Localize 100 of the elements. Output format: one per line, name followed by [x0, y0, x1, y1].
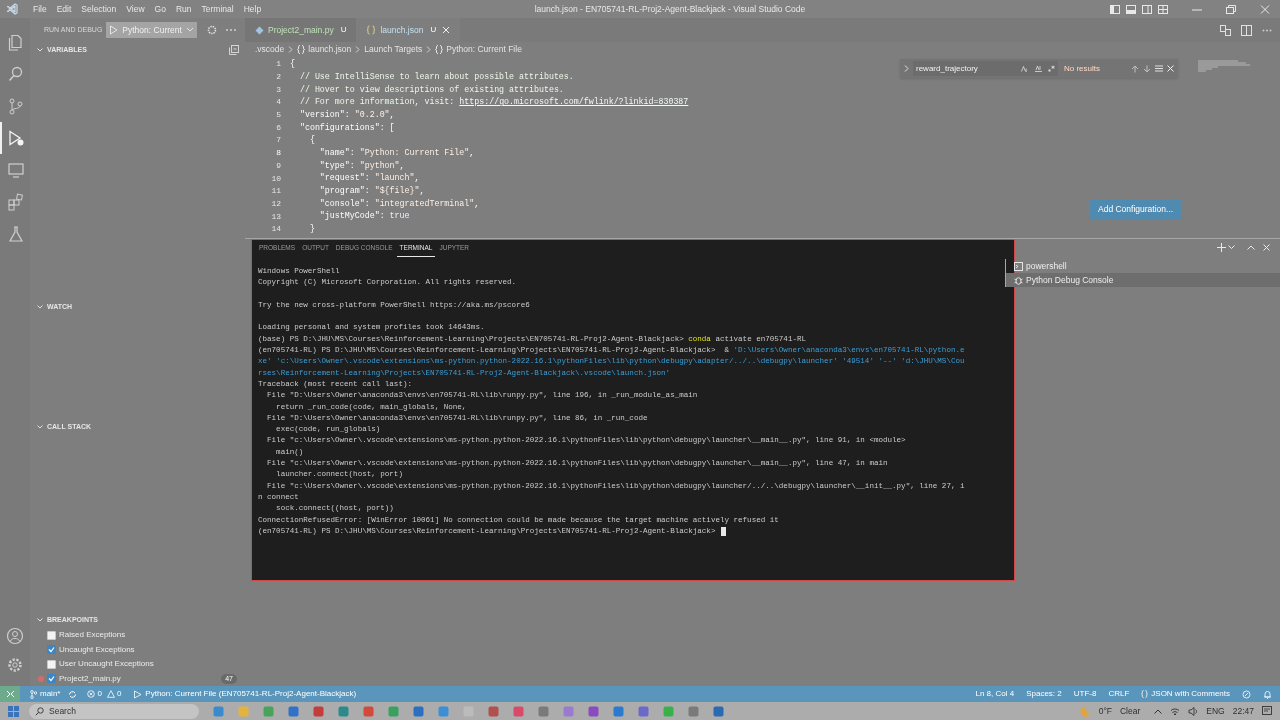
menu-item[interactable]: File: [28, 2, 52, 16]
feedback-icon[interactable]: [1242, 689, 1251, 699]
debug-target[interactable]: Python: Current File (EN705741-RL-Proj2-Agent-Blackjack): [145, 688, 357, 700]
app-icon[interactable]: [588, 705, 599, 717]
speaker-icon[interactable]: [1188, 706, 1199, 716]
app-icon[interactable]: [388, 705, 399, 717]
close-icon[interactable]: [1263, 244, 1270, 251]
breadcrumb-item[interactable]: Python: Current File: [446, 43, 522, 56]
status-item[interactable]: UTF-8: [1073, 688, 1097, 700]
app-icon[interactable]: [413, 705, 424, 717]
app-icon[interactable]: [288, 705, 299, 717]
chevron-icon[interactable]: [36, 303, 44, 311]
code-line: "configurations": [: [298, 121, 395, 134]
chevron-icon[interactable]: [36, 616, 44, 624]
chevron-right-icon[interactable]: [904, 65, 909, 72]
app-icon[interactable]: [613, 705, 624, 717]
app-icon[interactable]: [638, 705, 649, 717]
editor-tab[interactable]: Project2_main.py U: [245, 18, 357, 42]
terminal-list-item[interactable]: Python Debug Console: [1006, 273, 1280, 287]
arrow-up-icon[interactable]: [1131, 64, 1139, 73]
close-icon[interactable]: [1260, 4, 1270, 14]
app-icon[interactable]: [488, 705, 499, 717]
menu-icon[interactable]: [1155, 65, 1163, 72]
terminal-cursor: [720, 526, 726, 536]
app-icon[interactable]: [438, 705, 449, 717]
flask-icon[interactable]: [7, 225, 25, 243]
more-icon[interactable]: [224, 28, 237, 32]
chevron-down-icon[interactable]: [1228, 245, 1235, 250]
person-icon[interactable]: [6, 627, 24, 645]
blocks-icon[interactable]: [7, 193, 25, 211]
breadcrumb-item[interactable]: launch.json: [308, 43, 352, 56]
taskbar-search[interactable]: Search: [29, 703, 199, 719]
branch-name[interactable]: main*: [40, 688, 61, 700]
chevron-icon[interactable]: [36, 46, 44, 54]
app-icon[interactable]: [213, 705, 224, 717]
language-mode[interactable]: JSON with Comments: [1151, 688, 1230, 700]
checkbox[interactable]: [47, 659, 56, 669]
app-icon[interactable]: [338, 705, 349, 717]
split-editor-icon[interactable]: [1241, 24, 1252, 36]
restore-icon[interactable]: [1226, 4, 1236, 14]
app-icon[interactable]: [713, 705, 724, 717]
files-icon[interactable]: [7, 33, 25, 51]
breadcrumb-item[interactable]: .vscode: [255, 43, 285, 56]
app-icon[interactable]: [538, 705, 549, 717]
settings-icon[interactable]: [6, 656, 24, 674]
app-icon[interactable]: [563, 705, 574, 717]
chevron-up-icon[interactable]: [1154, 708, 1163, 714]
sync-icon[interactable]: [68, 689, 78, 699]
status-item[interactable]: CRLF: [1108, 688, 1130, 700]
search-icon[interactable]: [7, 65, 25, 83]
match-case-icon[interactable]: [1021, 65, 1029, 72]
monitor-icon[interactable]: [7, 161, 25, 179]
more-icon[interactable]: [1262, 28, 1272, 32]
settings-icon[interactable]: [206, 25, 217, 35]
app-icon[interactable]: [513, 705, 524, 717]
checkbox[interactable]: [47, 645, 56, 655]
keyboard-language[interactable]: ENG: [1206, 704, 1225, 718]
app-icon[interactable]: [363, 705, 374, 717]
bell-icon[interactable]: [1263, 689, 1272, 699]
menu-item[interactable]: View: [121, 2, 150, 16]
editor-tab[interactable]: launch.json U: [356, 18, 461, 42]
plus-icon[interactable]: [1217, 243, 1226, 252]
status-item[interactable]: Ln 8, Col 4: [975, 688, 1015, 700]
regex-icon[interactable]: [1048, 65, 1055, 72]
chevron-icon[interactable]: [36, 423, 44, 431]
status-item[interactable]: Spaces: 2: [1026, 688, 1062, 700]
add-configuration-button[interactable]: Add Configuration...: [1090, 199, 1182, 219]
code-line: "version": "0.2.0",: [298, 108, 395, 121]
checkbox[interactable]: [47, 674, 56, 684]
clock-time[interactable]: 22:47: [1232, 704, 1254, 718]
windows-logo-icon[interactable]: [8, 705, 19, 717]
menu-item[interactable]: Selection: [76, 2, 122, 16]
notification-icon[interactable]: [1262, 706, 1272, 716]
configuration-dropdown[interactable]: Python: Current: [106, 22, 197, 38]
menu-item[interactable]: Terminal: [196, 2, 239, 16]
app-icon[interactable]: [263, 705, 274, 717]
wifi-icon[interactable]: [1170, 706, 1181, 716]
compare-icon[interactable]: [1220, 24, 1231, 36]
code-line: "name": "Python: Current File",: [318, 146, 475, 159]
menu-item[interactable]: Help: [238, 2, 267, 16]
remote-indicator[interactable]: [0, 686, 20, 702]
close-icon[interactable]: [442, 26, 451, 34]
warning-count[interactable]: 0: [116, 688, 122, 700]
menu-item[interactable]: Run: [170, 2, 197, 16]
terminal-list-item[interactable]: powershell: [1006, 259, 1280, 273]
arrow-down-icon[interactable]: [1143, 64, 1151, 73]
collapse-all-icon[interactable]: [229, 45, 239, 55]
find-input[interactable]: reward_trajectory: [913, 61, 1058, 76]
play-bug-icon[interactable]: [7, 129, 25, 147]
checkbox[interactable]: [47, 630, 56, 640]
close-icon[interactable]: [1167, 65, 1174, 72]
error-count[interactable]: 0: [97, 688, 102, 700]
menu-item[interactable]: Go: [149, 2, 171, 16]
branch-icon[interactable]: [7, 97, 25, 115]
breadcrumb-item[interactable]: Launch Targets: [364, 43, 423, 56]
app-icon[interactable]: [688, 705, 699, 717]
menu-item[interactable]: Edit: [51, 2, 77, 16]
find-result: No results: [1064, 62, 1100, 75]
app-icon[interactable]: [313, 705, 324, 717]
whole-word-icon[interactable]: [1034, 65, 1043, 72]
